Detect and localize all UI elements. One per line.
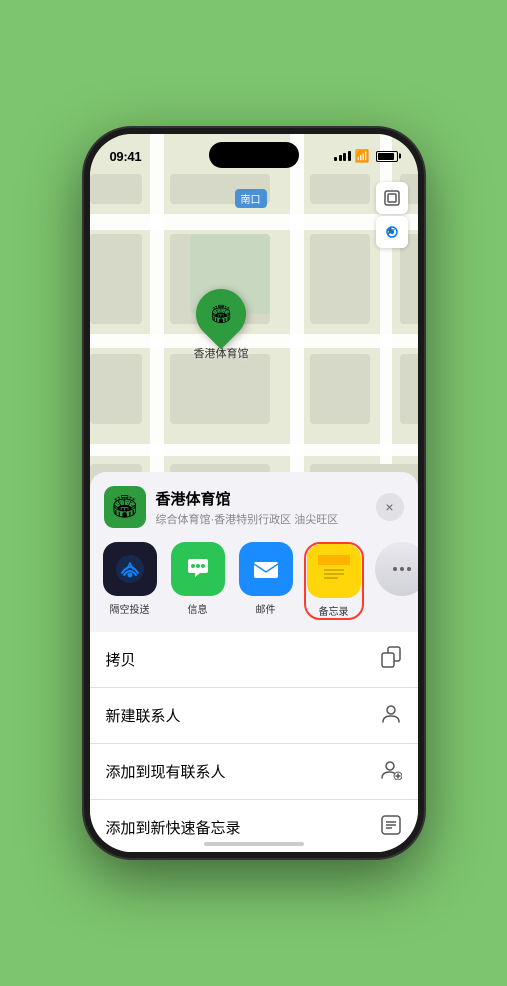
phone-screen: 09:41 📶: [90, 134, 418, 852]
bottom-sheet: 🏟 香港体育馆 综合体育馆·香港特别行政区 油尖旺区 ×: [90, 472, 418, 852]
share-item-messages[interactable]: 信息: [168, 542, 228, 620]
action-add-quick-note-label: 添加到新快速备忘录: [106, 817, 241, 838]
close-button[interactable]: ×: [376, 493, 404, 521]
action-list: 拷贝 新建联系人: [90, 632, 418, 852]
airdrop-label: 隔空投送: [110, 601, 150, 616]
new-contact-icon: [380, 702, 402, 729]
sheet-header: 🏟 香港体育馆 综合体育馆·香港特别行政区 油尖旺区 ×: [90, 472, 418, 528]
home-indicator: [204, 842, 304, 846]
map-area[interactable]: 南口 🏟 香港体育馆: [90, 134, 418, 524]
action-new-contact-label: 新建联系人: [106, 705, 181, 726]
battery-icon: [376, 151, 398, 162]
share-item-airdrop[interactable]: 隔空投送: [100, 542, 160, 620]
venue-info: 香港体育馆 综合体育馆·香港特别行政区 油尖旺区: [156, 488, 366, 527]
add-existing-contact-icon: [380, 758, 402, 785]
action-copy[interactable]: 拷贝: [90, 632, 418, 688]
venue-name: 香港体育馆: [156, 488, 366, 509]
share-item-mail[interactable]: 邮件: [236, 542, 296, 620]
north-label: 南口: [235, 189, 267, 208]
map-btn-group: [376, 182, 408, 248]
notes-icon-box: [307, 544, 361, 598]
airdrop-icon-box: [103, 542, 157, 596]
share-item-notes[interactable]: 备忘录: [304, 542, 364, 620]
phone-frame: 09:41 📶: [84, 128, 424, 858]
status-time: 09:41: [110, 149, 142, 164]
location-pin[interactable]: 🏟 香港体育馆: [194, 289, 249, 361]
action-copy-label: 拷贝: [106, 649, 136, 670]
pin-circle: 🏟: [186, 279, 257, 350]
map-layers-button[interactable]: [376, 182, 408, 214]
quick-note-icon: [380, 814, 402, 841]
action-add-existing[interactable]: 添加到现有联系人: [90, 744, 418, 800]
action-new-contact[interactable]: 新建联系人: [90, 688, 418, 744]
mail-icon-box: [239, 542, 293, 596]
copy-icon: [380, 646, 402, 673]
mail-label: 邮件: [256, 601, 276, 616]
pin-inner: 🏟: [203, 296, 239, 332]
signal-icon: [334, 151, 351, 161]
venue-subtitle: 综合体育馆·香港特别行政区 油尖旺区: [156, 511, 366, 527]
share-row: 隔空投送 信息: [90, 528, 418, 626]
wifi-icon: 📶: [355, 149, 370, 163]
dynamic-island: [209, 142, 299, 168]
venue-icon: 🏟: [104, 486, 146, 528]
notes-label: 备忘录: [319, 603, 349, 618]
action-add-existing-label: 添加到现有联系人: [106, 761, 226, 782]
status-right: 📶: [334, 149, 397, 163]
messages-icon-box: [171, 542, 225, 596]
share-item-more[interactable]: [372, 542, 418, 620]
map-location-button[interactable]: [376, 216, 408, 248]
more-icon: [375, 542, 418, 596]
messages-label: 信息: [188, 601, 208, 616]
